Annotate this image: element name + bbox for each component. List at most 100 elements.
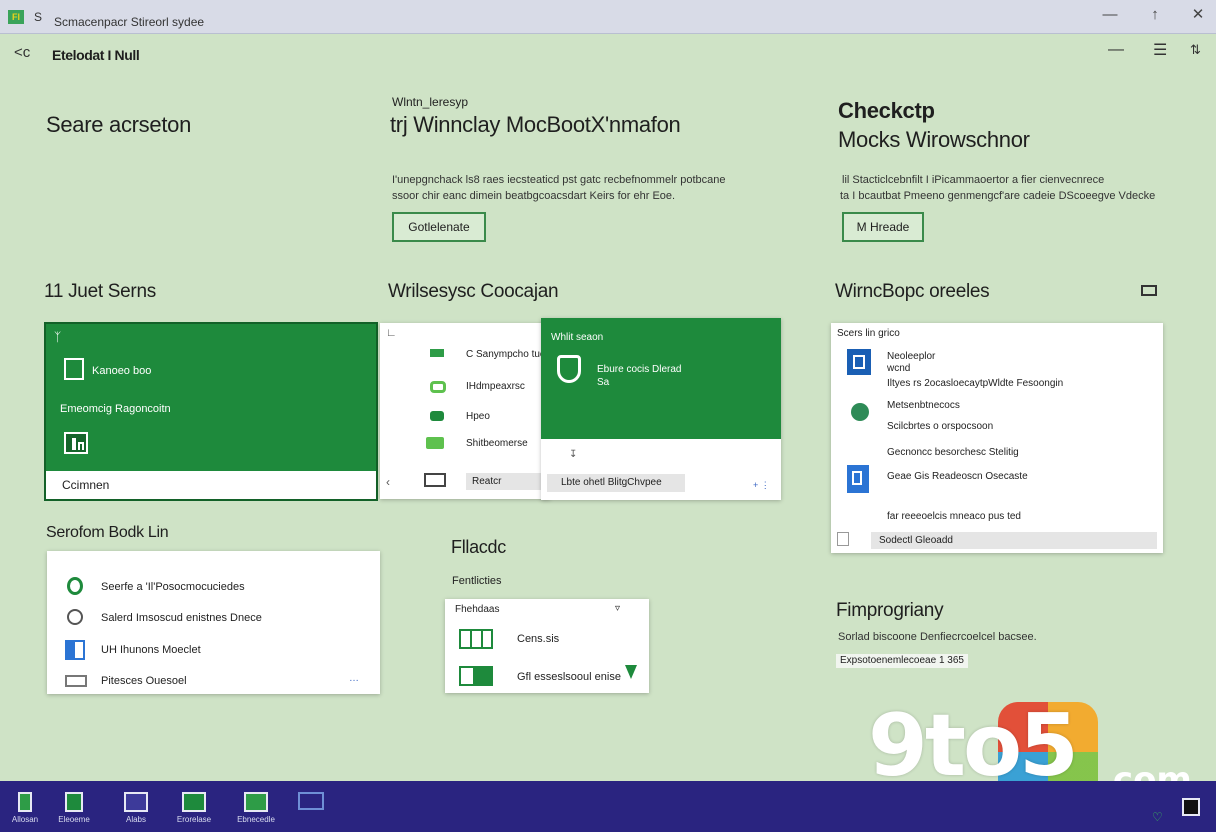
update-item[interactable]: far reeeoelcis mneaco pus ted <box>887 511 1021 522</box>
minus-icon[interactable]: — <box>1108 41 1124 59</box>
quick-links-card: Seerfe a 'Il'Posocmocuciedes Salerd Imso… <box>47 551 380 694</box>
taskbar: Allosan Eleoeme Alabs Erorelase Ebnecedl… <box>0 781 1216 832</box>
mail-icon <box>124 792 148 812</box>
checkup-button[interactable]: M Hreade <box>842 212 924 242</box>
intro-body-line-1: I'unepgnchack ls8 raes iecsteaticd pst g… <box>392 174 726 186</box>
taskbar-app[interactable]: Allosan <box>0 792 50 824</box>
windows-app-icon <box>847 349 871 375</box>
chevron-left-icon[interactable]: ‹ <box>386 475 390 489</box>
update-item[interactable]: Neoleeplor <box>887 351 935 362</box>
sheet-icon <box>459 666 493 686</box>
intro-primary-button[interactable]: Gotlelenate <box>392 212 486 242</box>
feedback-item[interactable]: Cens.sis <box>517 633 559 645</box>
settings-item[interactable]: C Sanympcho tuel <box>466 349 548 360</box>
intro-kicker: Wlntn_leresyp <box>392 95 469 109</box>
privacy-body: Sorlad biscoone Denfiecrcoelcel bacsee. <box>838 631 1037 643</box>
taskbar-app[interactable] <box>286 792 336 810</box>
window-icon <box>65 640 85 660</box>
person-icon <box>18 792 32 812</box>
settings-item[interactable]: IHdmpeaxrsc <box>466 381 525 392</box>
security-bottom-button[interactable]: Lbte ohetl BlitgChvpee <box>547 474 685 492</box>
checkbox[interactable] <box>837 532 849 546</box>
privacy-chip[interactable]: Expsotoenemlecoeae 1 365 <box>836 654 968 668</box>
pin-icon[interactable]: ▿ <box>615 603 620 614</box>
settings-item[interactable]: Shitbeomerse <box>466 438 528 449</box>
collapse-icon[interactable]: ∟ <box>386 327 397 339</box>
title-bar: Fl S Scmacenpacr Stireorl sydee — ↑ ✕ <box>0 0 1216 34</box>
section-title-bookmarks: Serofom Bodk Lin <box>46 524 169 541</box>
comment-icon[interactable] <box>1141 285 1157 296</box>
sync-icon <box>430 381 446 393</box>
notes-icon <box>65 792 83 812</box>
update-item[interactable]: Gecnoncc besorchesc Stelitig <box>887 447 1019 458</box>
section-title-privacy: Fimprogriany <box>836 600 944 621</box>
security-card-header: Whlit seaon Ebure cocis Dlerad Sa <box>541 318 781 439</box>
checkup-body-line-2: ta I bcautbat Pmeeno genmengcf'are cadei… <box>840 190 1156 202</box>
intro-body-line-2: ssoor chir eanc dimein beatbgcoacsdart K… <box>392 190 676 202</box>
feedback-subtitle: Fentlicties <box>452 575 502 587</box>
update-item[interactable]: Scilcbrtes o orspocsoon <box>887 421 993 432</box>
quick-link-item[interactable]: Pitesces Ouesoel <box>101 675 187 687</box>
screen-icon <box>244 792 268 812</box>
app-icon: Fl <box>8 10 24 24</box>
settings-list-card: ∟ C Sanympcho tuel IHdmpeaxrsc Hpeo Shit… <box>380 323 550 499</box>
keyboard-icon <box>424 473 446 487</box>
window-title: Scmacenpacr Stireorl sydee <box>54 15 205 29</box>
featured-card-footer[interactable]: Ccimnen <box>46 471 376 499</box>
section-title-search: Seare acrseton <box>46 112 191 137</box>
page-header: <c Etelodat I Null — ☰ ⇅ <box>0 34 1216 78</box>
update-item[interactable]: wcnd <box>887 363 910 374</box>
quick-link-item[interactable]: UH Ihunons Moeclet <box>101 644 201 656</box>
settings-bottom-button[interactable]: Reatcr <box>466 473 542 490</box>
taskbar-app[interactable]: Ebnecedle <box>231 792 281 824</box>
maximize-icon[interactable]: ↑ <box>1142 4 1168 26</box>
update-item[interactable]: Iltyes rs 2ocasloecaytpWldte Fesoongin <box>887 378 1063 389</box>
file-icon <box>847 465 869 493</box>
folder-icon <box>65 675 87 687</box>
updates-footer-bar[interactable]: Sodectl Gleoadd <box>871 532 1157 549</box>
minimize-icon[interactable]: — <box>1097 4 1123 26</box>
chart-icon <box>182 792 206 812</box>
update-item[interactable]: Geae Gis Readeoscn Osecaste <box>887 471 1028 482</box>
section-title-feedback: Fllacdc <box>451 537 506 557</box>
refresh-icon <box>67 577 83 595</box>
more-icon[interactable]: … <box>349 673 359 684</box>
more-icon[interactable]: + ⋮ <box>753 480 770 491</box>
updates-card-header: Scers lin grico <box>837 328 900 339</box>
security-card[interactable]: Whlit seaon Ebure cocis Dlerad Sa ↧ Lbte… <box>541 318 781 500</box>
section-title-juet: 11 Juet Serns <box>44 281 156 302</box>
back-button[interactable]: <c <box>14 44 30 61</box>
menu-icon[interactable]: ☰ <box>1153 40 1167 60</box>
grid-icon <box>459 629 493 649</box>
page-title: Etelodat I Null <box>52 47 140 63</box>
taskbar-app[interactable]: Erorelase <box>169 792 219 824</box>
quick-link-item[interactable]: Salerd Imsoscud enistnes Dnece <box>101 612 262 624</box>
featured-card[interactable]: ᛉ Kanoeo boo Emeomcig Ragoncoitn Ccimnen <box>44 322 378 501</box>
chat-icon <box>67 609 83 625</box>
pin-icon[interactable]: ⇅ <box>1190 42 1201 58</box>
featured-item-label-1: Kanoeo boo <box>92 365 152 377</box>
checkup-title: Checkctp <box>838 98 935 123</box>
checkup-body-line-1: lil Stacticlcebnfilt I iPicammaoertor a … <box>842 174 1105 186</box>
security-card-text-2: Sa <box>597 377 610 388</box>
heart-icon[interactable]: ♡ <box>1152 811 1164 823</box>
expand-icon[interactable]: ↧ <box>569 449 577 460</box>
security-card-text-1: Ebure cocis Dlerad <box>597 364 682 375</box>
update-item[interactable]: Metsenbtnecocs <box>887 400 960 411</box>
checkup-subtitle: Mocks Wirowschnor <box>838 127 1030 152</box>
taskbar-app[interactable]: Eleoeme <box>49 792 99 824</box>
feedback-item[interactable]: Gfl esseslsooul enise <box>517 671 621 683</box>
share-icon <box>426 437 444 449</box>
security-card-title: Whlit seaon <box>551 332 604 343</box>
feedback-card: Fhehdaas ▿ Cens.sis Gfl esseslsooul enis… <box>445 599 649 693</box>
download-icon[interactable] <box>625 665 637 679</box>
windows-updates-card: Scers lin grico Neoleeplor wcnd Iltyes r… <box>831 323 1163 553</box>
titlebar-small-label: S <box>34 10 43 24</box>
taskbar-app[interactable]: Alabs <box>111 792 161 824</box>
section-title-wireless: Wrilsesysc Coocajan <box>388 281 559 302</box>
close-icon[interactable]: ✕ <box>1185 4 1211 26</box>
quick-link-item[interactable]: Seerfe a 'Il'Posocmocuciedes <box>101 581 245 593</box>
settings-item[interactable]: Hpeo <box>466 411 490 422</box>
notification-icon[interactable] <box>1182 798 1200 816</box>
globe-icon <box>851 403 869 421</box>
